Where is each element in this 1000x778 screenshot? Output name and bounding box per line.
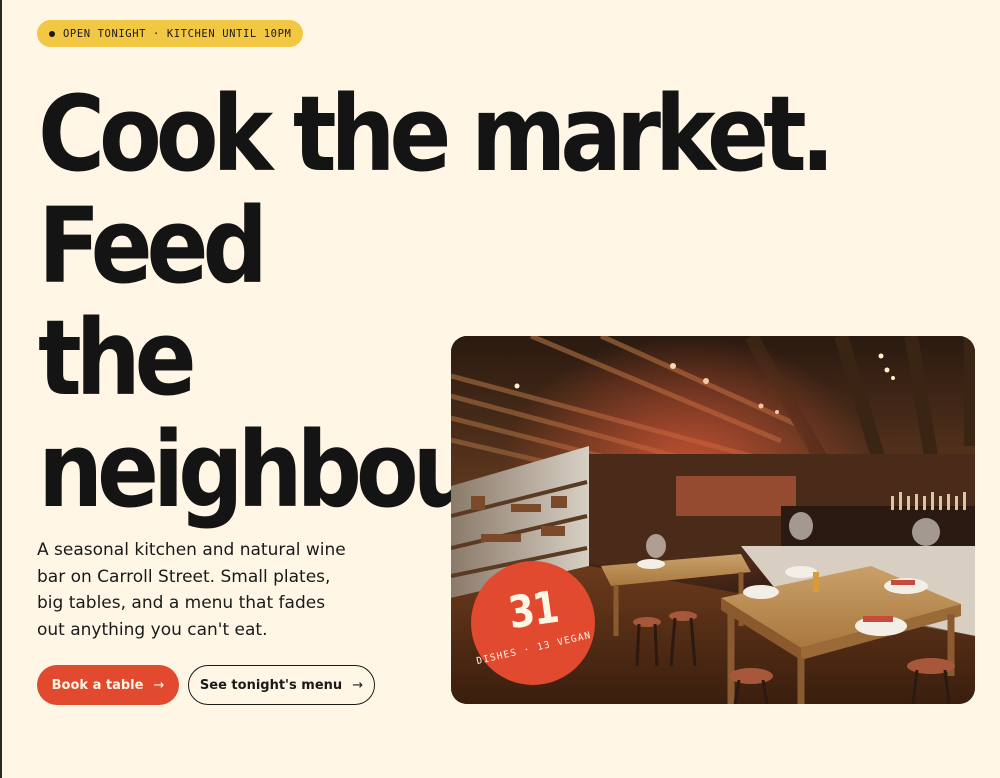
- intro-paragraph: A seasonal kitchen and natural wine bar …: [37, 540, 346, 640]
- see-menu-button-label: See tonight's menu: [199, 677, 343, 693]
- book-table-button-label: Book a table: [51, 677, 144, 693]
- dish-count-number: 31: [505, 581, 561, 640]
- book-table-button[interactable]: Book a table →: [37, 665, 179, 705]
- see-menu-button[interactable]: See tonight's menu →: [188, 665, 375, 705]
- page-title-line-1: Cook the market. Feed: [38, 73, 835, 307]
- status-dot-icon: [49, 30, 55, 37]
- dish-count-sticker: 31 DISHES · 13 VEGAN: [471, 561, 595, 685]
- arrow-right-icon: →: [352, 677, 364, 693]
- arrow-right-icon: →: [153, 677, 165, 693]
- status-badge: OPEN TONIGHT · KITCHEN UNTIL 10PM: [37, 20, 304, 47]
- status-badge-text: OPEN TONIGHT · KITCHEN UNTIL 10PM: [63, 27, 292, 40]
